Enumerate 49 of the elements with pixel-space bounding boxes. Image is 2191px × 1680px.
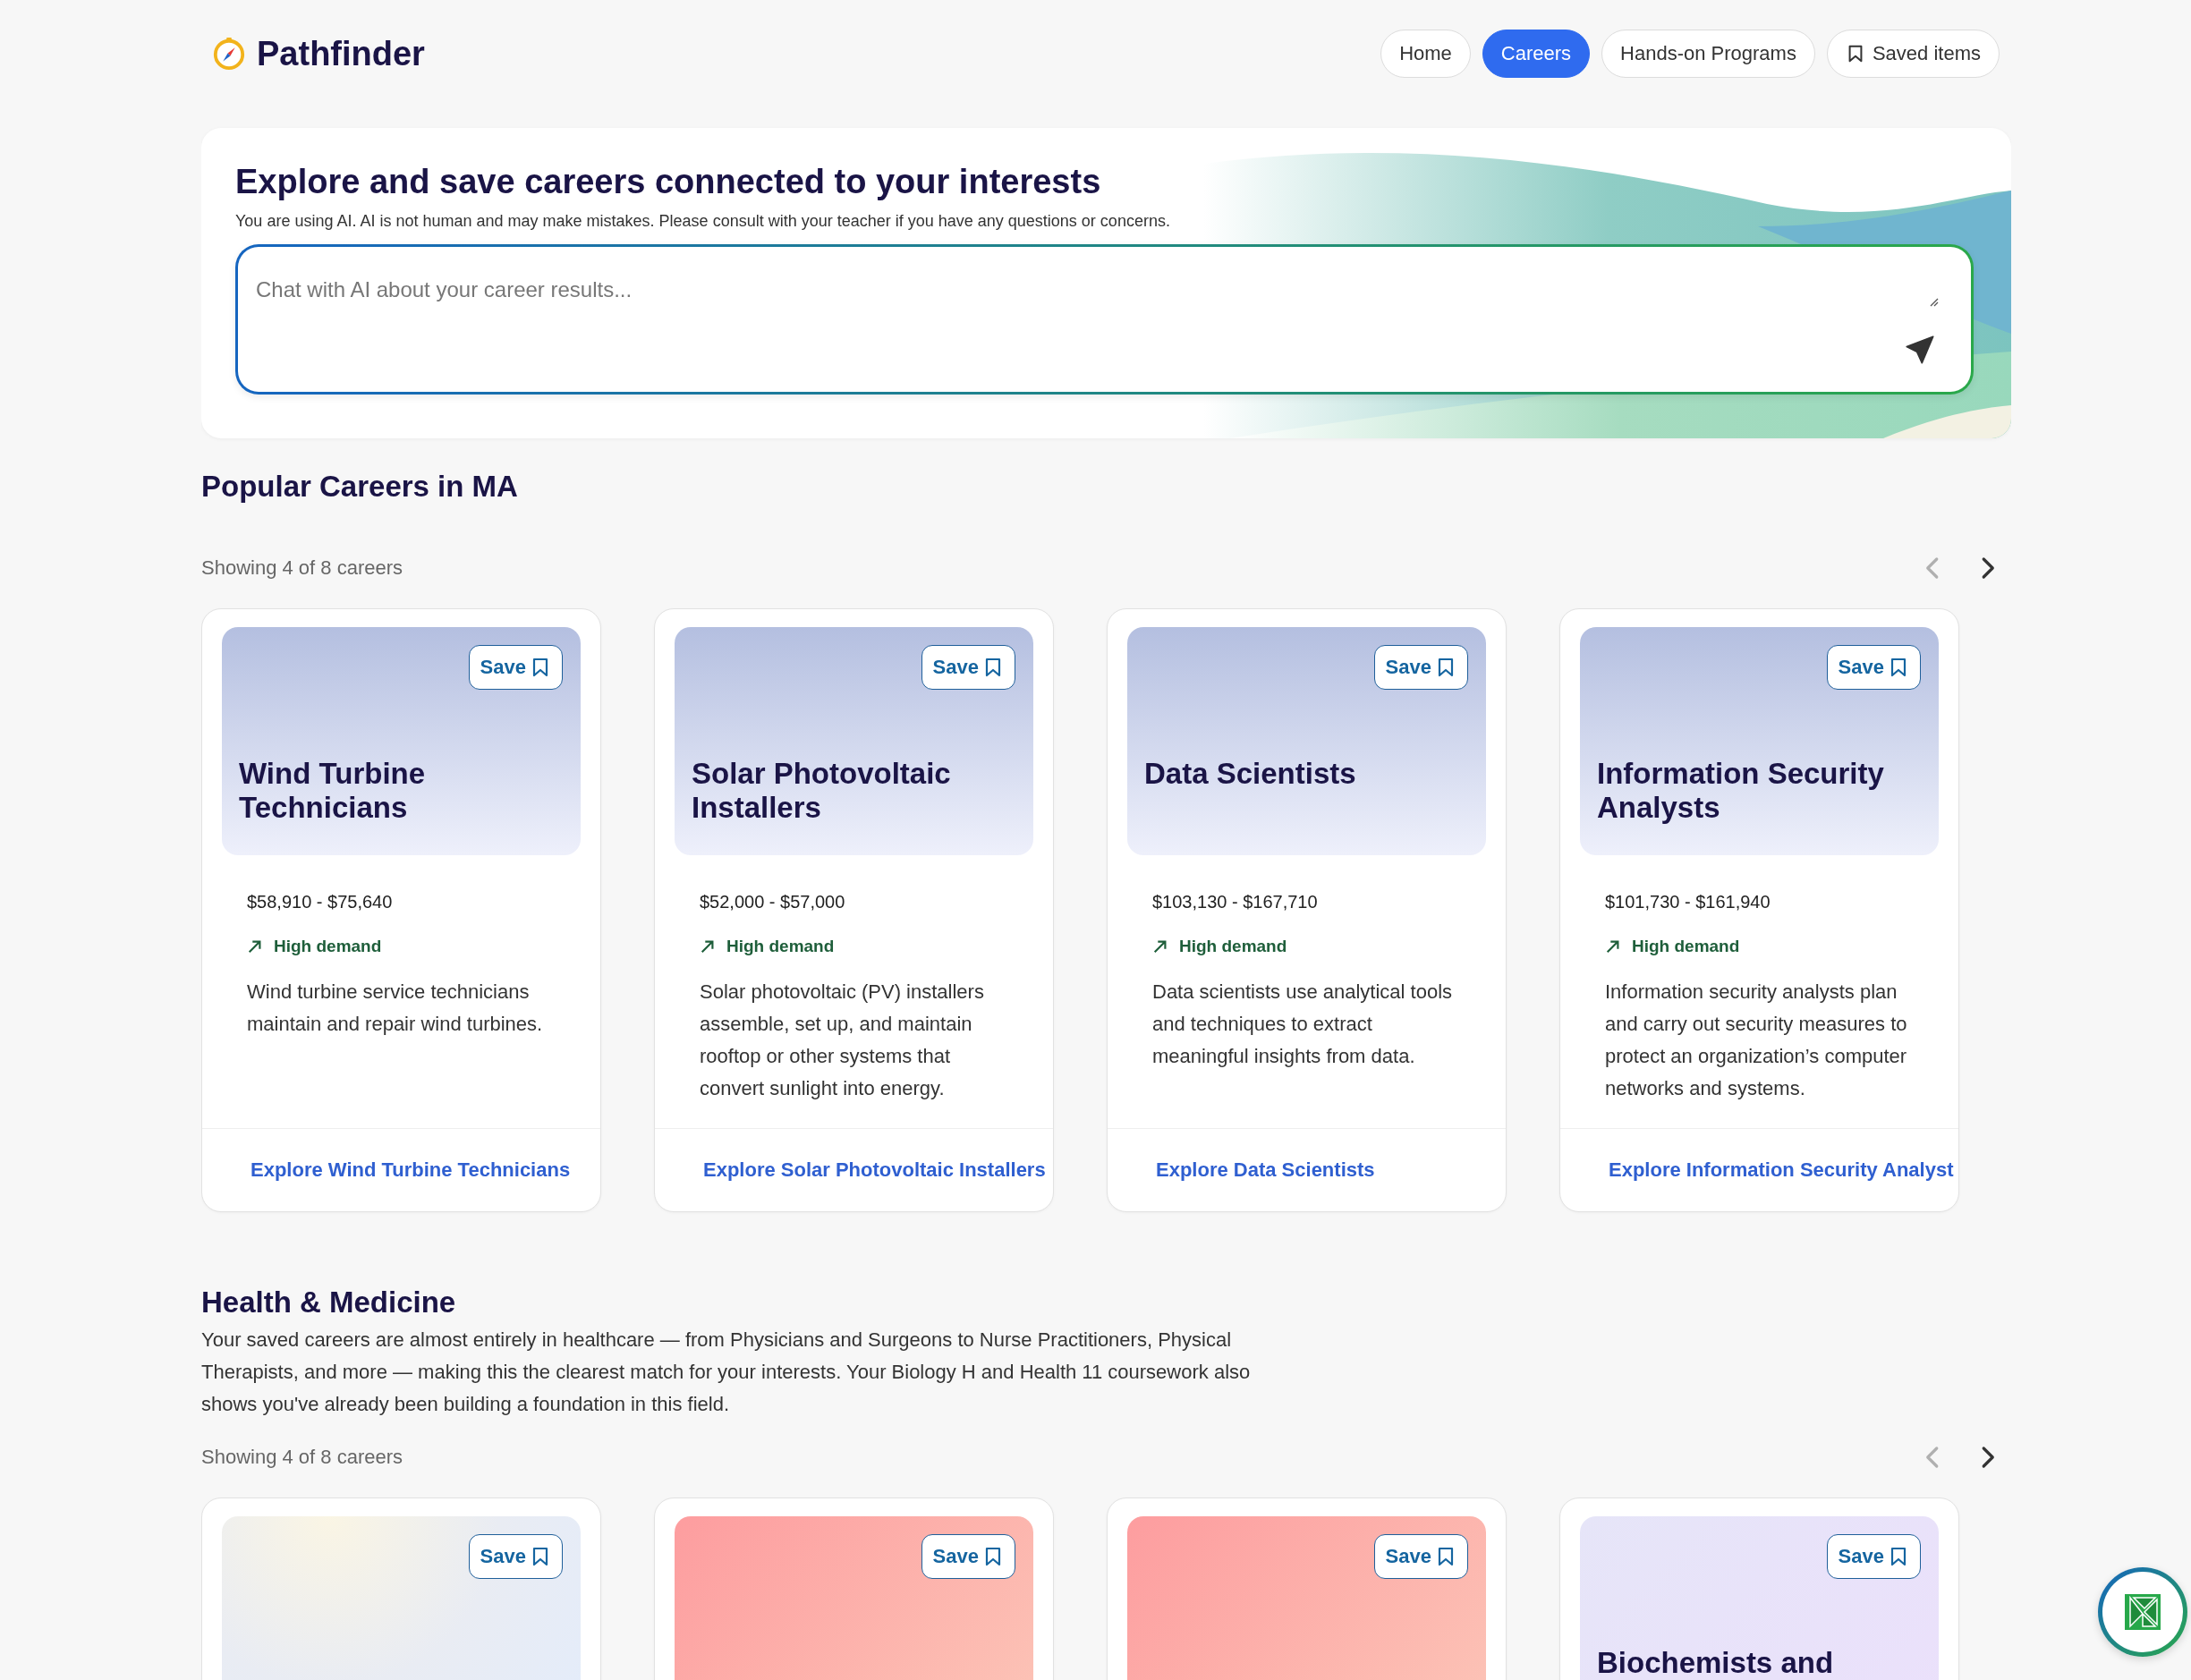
career-description: Data scientists use analytical tools and techniques to extract meaningful insights from data.	[1152, 980, 1454, 1069]
page-heading: Explore and save careers connected to your interests	[235, 162, 1102, 202]
career-description: Solar photovoltaic (PV) installers assemble, set up, and maintain rooftop or other systems that convert sunlight into energy.	[700, 980, 985, 1101]
logo-icon	[2125, 1594, 2161, 1630]
explore-link[interactable]: Explore Information Security Analyst	[1609, 1158, 1954, 1182]
trend-up-arrow-icon	[1605, 938, 1621, 955]
trend-up-arrow-icon	[247, 938, 263, 955]
career-title: Data Scientists	[1144, 757, 1357, 791]
compass-icon	[212, 37, 246, 71]
section-heading: Health & Medicine	[201, 1285, 457, 1320]
nav-tab[interactable]: Home	[1380, 30, 1471, 78]
result-count: Showing 4 of 8 careers	[201, 556, 403, 580]
explore-link[interactable]: Explore Solar Photovoltaic Installers	[703, 1158, 1046, 1182]
save-button[interactable]: Save	[1373, 1534, 1468, 1579]
save-button[interactable]: Save	[1826, 645, 1921, 690]
save-button[interactable]: Save	[921, 645, 1015, 690]
explore-link[interactable]: Explore Data Scientists	[1156, 1158, 1375, 1182]
career-title: Information Security Analysts	[1597, 757, 1885, 825]
demand-label: High demand	[726, 936, 835, 957]
salary-range: $103,130 - $167,710	[1152, 891, 1319, 913]
save-button[interactable]: Save	[468, 1534, 563, 1579]
save-button[interactable]: Save	[1373, 645, 1468, 690]
nav-tab[interactable]: Careers	[1482, 30, 1591, 78]
section-heading: Popular Careers in MA	[201, 469, 519, 505]
demand-label: High demand	[1632, 936, 1740, 957]
demand-label: High demand	[274, 936, 382, 957]
disclaimer-text: You are using AI. AI is not human and may make mistakes. Please consult with your teacher if you have any questions or concerns.	[235, 211, 1171, 232]
nav-tab[interactable]: Hands-on Programs	[1601, 30, 1815, 78]
trend-up-arrow-icon	[700, 938, 716, 955]
career-title: Wind Turbine Technicians	[239, 757, 427, 825]
save-button[interactable]: Save	[921, 1534, 1015, 1579]
result-count: Showing 4 of 8 careers	[201, 1446, 403, 1469]
save-button[interactable]: Save	[1826, 1534, 1921, 1579]
career-description: Information security analysts plan and carry out security measures to protect an organization’s computer networks and systems.	[1605, 980, 1908, 1101]
salary-range: $58,910 - $75,640	[247, 891, 394, 913]
section-description: Your saved careers are almost entirely in healthcare — from Physicians and Surgeons to Nurse Practitioners, Physical Therapists, and more — making this the clearest match for your interests. Your Biology H and Health 11 coursework also shows you've already been building a foundation in this field.	[201, 1328, 1252, 1417]
career-description: Wind turbine service technicians maintain and repair wind turbines.	[247, 980, 544, 1037]
salary-range: $52,000 - $57,000	[700, 891, 846, 913]
salary-range: $101,730 - $161,940	[1605, 891, 1771, 913]
save-button[interactable]: Save	[468, 645, 563, 690]
app-name: Pathfinder	[257, 34, 425, 73]
explore-link[interactable]: Explore Wind Turbine Technicians	[251, 1158, 571, 1182]
trend-up-arrow-icon	[1152, 938, 1168, 955]
nav-tab[interactable]: Saved items	[1826, 30, 2000, 78]
career-title: Solar Photovoltaic Installers	[692, 757, 952, 825]
resize-grip-icon	[1928, 296, 1939, 307]
demand-label: High demand	[1179, 936, 1287, 957]
career-title: Biochemists and	[1597, 1646, 1835, 1680]
send-icon[interactable]	[1905, 335, 1935, 365]
